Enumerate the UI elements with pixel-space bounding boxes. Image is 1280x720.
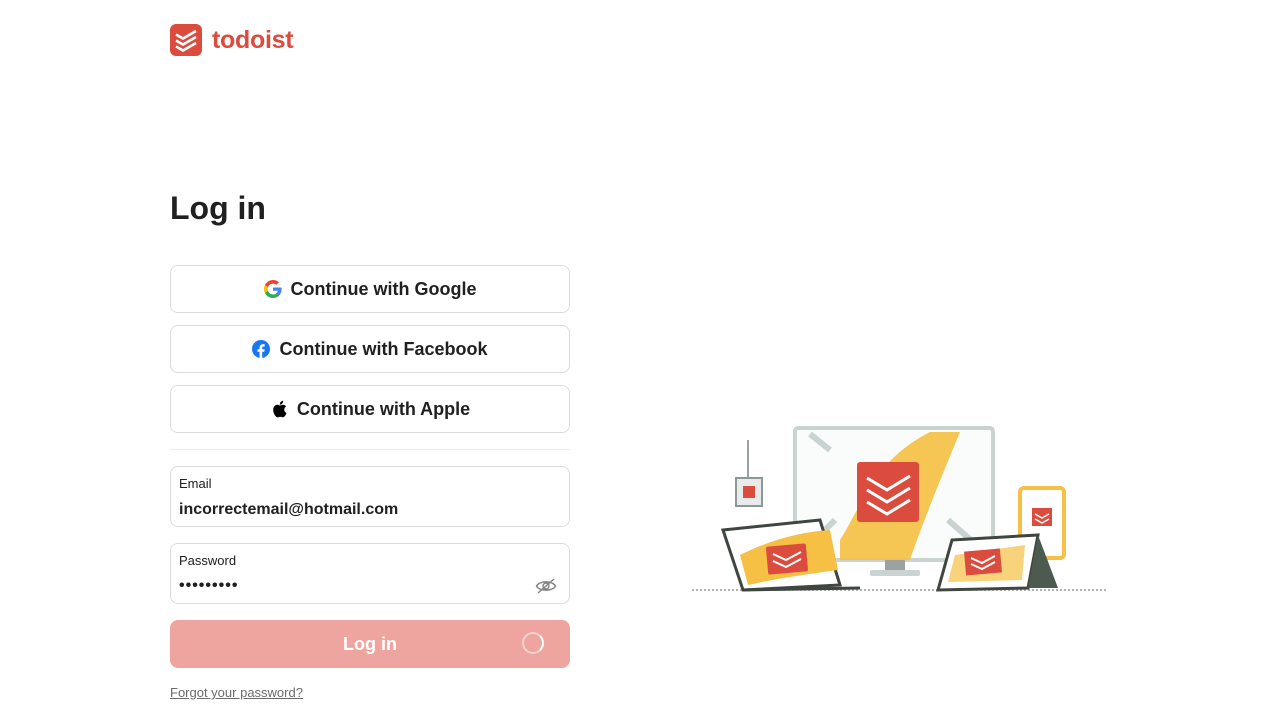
password-field[interactable]: Password ••••••••• [170,543,570,604]
password-label: Password [179,553,237,568]
login-button-label: Log in [343,633,397,654]
continue-with-google-button[interactable]: Continue with Google [170,265,570,313]
login-form: Log in Continue with Google Continue wit… [170,180,570,700]
email-field[interactable]: Email incorrectemail@hotmail.com [170,466,570,527]
email-input[interactable]: incorrectemail@hotmail.com [179,501,398,519]
continue-with-apple-button[interactable]: Continue with Apple [170,385,570,433]
apple-button-label: Continue with Apple [296,398,471,419]
google-icon [263,280,282,298]
todoist-logo[interactable]: todoist [170,24,294,56]
page-title: Log in [170,190,266,226]
divider [170,449,570,450]
forgot-password-link[interactable]: Forgot your password? [170,685,303,700]
facebook-icon [252,340,271,358]
password-input[interactable]: ••••••••• [179,577,238,595]
todoist-logo-icon [170,24,202,56]
apple-icon [270,400,288,418]
brand-name: todoist [212,25,294,54]
login-button[interactable]: Log in [170,620,570,668]
google-button-label: Continue with Google [290,278,477,299]
eye-off-icon[interactable] [535,577,557,595]
loading-spinner-icon [522,632,544,654]
devices-illustration [692,426,1108,592]
facebook-button-label: Continue with Facebook [279,338,488,359]
email-label: Email [179,476,212,491]
continue-with-facebook-button[interactable]: Continue with Facebook [170,325,570,373]
